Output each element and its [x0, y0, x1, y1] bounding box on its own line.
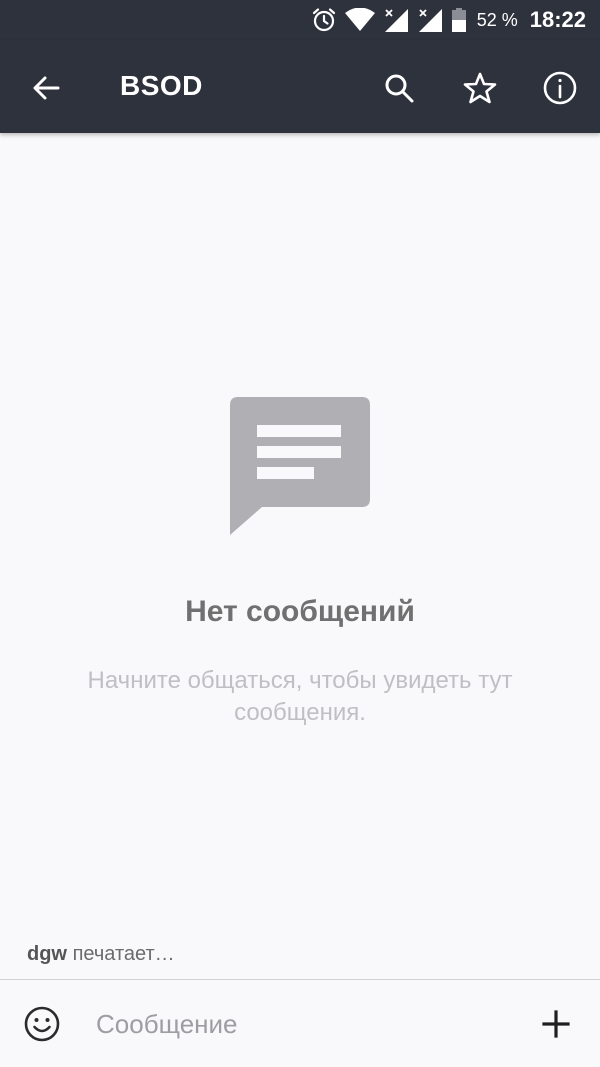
empty-state: Нет сообщений Начните общаться, чтобы ув…	[0, 395, 600, 729]
typing-user: dgw	[27, 943, 67, 965]
page-title: BSOD	[120, 70, 203, 101]
battery-icon	[451, 8, 467, 32]
battery-percent: 52 %	[476, 9, 518, 30]
empty-heading: Нет сообщений	[185, 595, 415, 628]
alarm-icon	[311, 7, 337, 33]
favorite-button[interactable]	[456, 64, 504, 112]
add-attachment-button[interactable]	[536, 1004, 576, 1044]
signal-icon	[417, 7, 443, 33]
search-button[interactable]	[375, 64, 423, 112]
app-toolbar: BSOD	[0, 40, 600, 133]
search-icon	[385, 74, 414, 103]
plus-icon	[542, 1010, 570, 1038]
typing-text: печатает…	[72, 943, 175, 965]
info-icon	[543, 71, 577, 105]
emoji-icon	[24, 1006, 60, 1042]
info-button[interactable]	[536, 64, 584, 112]
star-icon	[463, 72, 497, 104]
back-arrow-icon	[33, 76, 60, 100]
signal-icon	[383, 7, 409, 33]
status-bar: 52 % 18:22	[0, 0, 600, 40]
message-input[interactable]	[96, 1002, 516, 1046]
clock: 18:22	[529, 7, 586, 32]
wifi-icon	[344, 8, 375, 32]
message-icon	[230, 397, 370, 535]
typing-indicator: dgw печатает…	[27, 943, 175, 966]
emoji-button[interactable]	[22, 1004, 62, 1044]
empty-hint: Начните общаться, чтобы увидеть тут сооб…	[87, 667, 513, 726]
back-button[interactable]	[22, 64, 70, 112]
message-composer	[0, 979, 600, 1067]
